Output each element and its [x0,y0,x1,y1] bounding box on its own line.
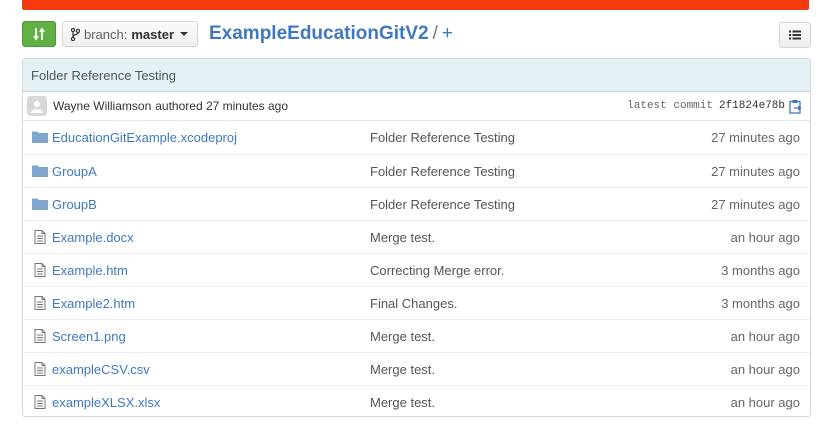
file-commit-message[interactable]: Folder Reference Testing [370,164,515,179]
repo-toolbar: branch: master ExampleEducationGitV2/+ [22,21,811,49]
file-name-link[interactable]: Example.htm [52,263,128,278]
file-icon [34,395,46,409]
latest-commit: latest commit 2f1824e78b [627,99,802,114]
file-commit-message[interactable]: Final Changes. [370,296,457,311]
file-icon [34,230,46,244]
file-icon [34,296,46,310]
compare-button[interactable] [22,21,56,47]
list-view-button[interactable] [779,22,811,48]
folder-icon [32,165,48,177]
file-age: 27 minutes ago [711,130,800,145]
commit-message[interactable]: Folder Reference Testing [31,68,176,83]
file-name-link[interactable]: GroupA [52,164,97,179]
commit-author[interactable]: Wayne Williamson [53,99,151,113]
file-name-link[interactable]: exampleXLSX.xlsx [52,395,160,410]
compare-arrows-icon [33,27,45,41]
file-commit-message[interactable]: Merge test. [370,329,435,344]
file-commit-message[interactable]: Correcting Merge error. [370,263,504,278]
commit-sha[interactable]: 2f1824e78b [719,100,785,112]
file-icon [34,263,46,277]
file-age: 27 minutes ago [711,196,800,212]
file-age: 3 months ago [721,295,800,311]
repo-name-link[interactable]: ExampleEducationGitV2 [209,23,429,44]
folder-icon [32,198,48,210]
table-row: GroupA Folder Reference Testing 27 minut… [23,154,810,187]
user-icon [31,101,43,113]
file-name-link[interactable]: exampleCSV.csv [52,362,150,377]
table-row: EducationGitExample.xcodeproj Folder Ref… [23,121,810,154]
table-row: GroupB Folder Reference Testing 27 minut… [23,187,810,220]
file-commit-message[interactable]: Merge test. [370,230,435,245]
file-commit-message[interactable]: Folder Reference Testing [370,130,515,145]
file-browser: Folder Reference Testing Wayne Williamso… [22,58,811,417]
table-row: exampleCSV.csv Merge test. an hour ago [23,352,810,385]
branch-name: master [131,26,175,42]
file-age: 3 months ago [721,262,800,278]
top-progress-bar [22,0,809,10]
avatar[interactable] [27,96,47,116]
folder-icon [32,131,48,143]
latest-commit-label: latest commit [627,100,713,112]
table-row: Example.docx Merge test. an hour ago [23,220,810,253]
file-name-link[interactable]: Screen1.png [52,329,126,344]
file-list: EducationGitExample.xcodeproj Folder Ref… [23,121,810,416]
commit-meta-bar: Wayne Williamson authored 27 minutes ago… [23,92,810,121]
file-name-link[interactable]: GroupB [52,197,97,212]
file-age: an hour ago [730,394,800,410]
table-row: Example2.htm Final Changes. 3 months ago [23,286,810,319]
file-name-link[interactable]: EducationGitExample.xcodeproj [52,130,237,145]
list-icon [789,30,801,40]
file-name-link[interactable]: Example2.htm [52,296,135,311]
file-commit-message[interactable]: Merge test. [370,362,435,377]
file-age: an hour ago [730,328,800,344]
file-commit-message[interactable]: Merge test. [370,395,435,410]
commit-title-bar: Folder Reference Testing [23,59,810,92]
file-age: an hour ago [730,361,800,377]
file-age: an hour ago [730,229,800,245]
path-separator: / [432,23,438,44]
file-commit-message[interactable]: Folder Reference Testing [370,197,515,212]
file-age: 27 minutes ago [711,163,800,179]
table-row: exampleXLSX.xlsx Merge test. an hour ago [23,385,810,416]
branch-selector[interactable]: branch: master [62,21,198,47]
file-icon [34,329,46,343]
commit-authored-text: authored 27 minutes ago [155,99,289,113]
table-row: Screen1.png Merge test. an hour ago [23,319,810,352]
branch-icon [71,27,80,41]
file-name-link[interactable]: Example.docx [52,230,134,245]
new-file-button[interactable]: + [442,23,453,44]
table-row: Example.htm Correcting Merge error. 3 mo… [23,253,810,286]
branch-label: branch: [84,26,128,42]
breadcrumb: ExampleEducationGitV2/+ [209,22,453,46]
file-icon [34,362,46,376]
chevron-down-icon [180,32,189,36]
clipboard-icon[interactable] [789,99,802,114]
